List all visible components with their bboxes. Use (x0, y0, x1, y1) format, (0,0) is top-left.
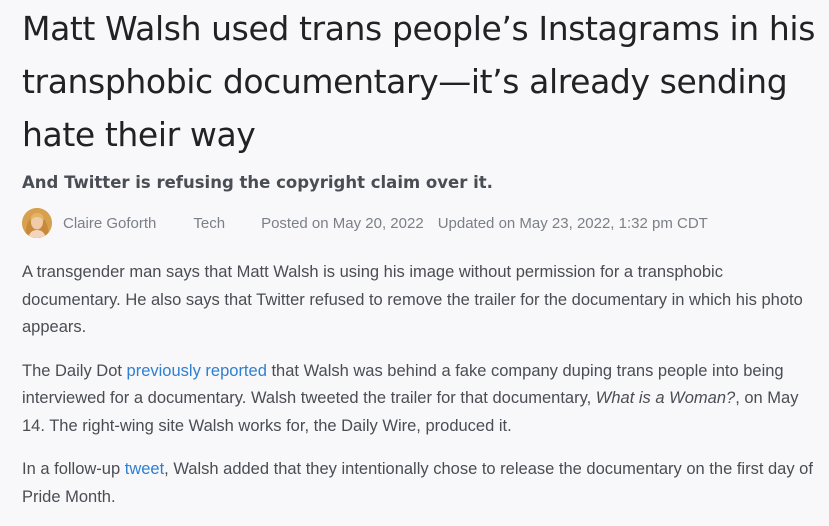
paragraph-2: The Daily Dot previously reported that W… (22, 358, 823, 441)
posted-date: Posted on May 20, 2022 (261, 214, 424, 232)
previously-reported-link[interactable]: previously reported (127, 362, 267, 380)
category-link[interactable]: Tech (193, 215, 225, 232)
author-name-link[interactable]: Claire Goforth (63, 215, 156, 232)
paragraph-2-text-start: The Daily Dot (22, 361, 127, 380)
paragraph-3-text-start: In a follow-up (22, 460, 125, 478)
article-subheadline: And Twitter is refusing the copyright cl… (22, 173, 493, 192)
updated-date: Updated on May 23, 2022, 1:32 pm CDT (437, 214, 708, 232)
documentary-title: What is a Woman? (595, 389, 736, 407)
article-body: A transgender man says that Matt Walsh i… (22, 259, 823, 511)
paragraph-1: A transgender man says that Matt Walsh i… (22, 259, 823, 342)
article-headline: Matt Walsh used trans people’s Instagram… (22, 9, 815, 154)
article: Matt Walsh used trans people’s Instagram… (0, 0, 829, 526)
paragraph-1-text: A transgender man says that Matt Walsh i… (22, 263, 803, 336)
avatar-photo-icon (22, 208, 52, 238)
author-avatar[interactable] (22, 208, 52, 238)
byline: Claire Goforth Tech Posted on May 20, 20… (22, 206, 823, 240)
tweet-link[interactable]: tweet (125, 460, 164, 478)
paragraph-3: In a follow-up tweet, Walsh added that t… (22, 456, 823, 511)
